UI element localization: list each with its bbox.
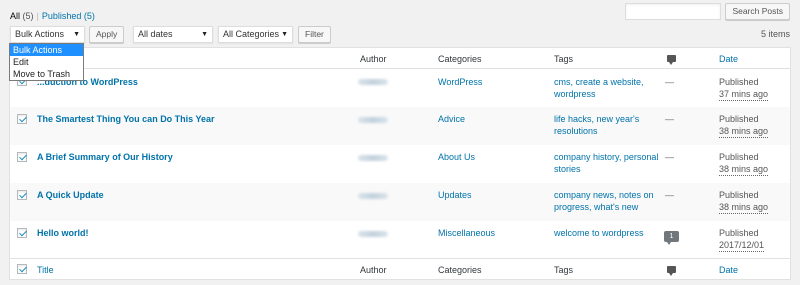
author-name-blurred[interactable] — [358, 193, 388, 199]
views-separator: | — [36, 11, 39, 21]
view-all-link[interactable]: All (5) — [10, 11, 34, 21]
row-checkbox[interactable] — [17, 114, 27, 124]
post-date: 37 mins ago — [719, 89, 769, 101]
tags-line-1[interactable]: cms, create a website, — [554, 76, 644, 88]
table-footer: Title Author Categories Tags Date — [10, 258, 790, 279]
table-row: ...duction to WordPress WordPress cms, c… — [10, 69, 790, 107]
chevron-down-icon: ▼ — [201, 31, 208, 38]
table-row: A Quick Update Updates company news, not… — [10, 183, 790, 221]
post-title-link[interactable]: Hello world! — [37, 227, 89, 239]
tags-line-1[interactable]: company history, personal — [554, 151, 658, 163]
dates-filter-select[interactable]: All dates ▼ — [133, 26, 213, 43]
tags-line-2[interactable]: progress, what's new — [554, 201, 638, 213]
search-posts-button[interactable]: Search Posts — [725, 3, 790, 20]
column-author: Author — [360, 54, 387, 64]
filter-button[interactable]: Filter — [298, 26, 331, 43]
author-name-blurred[interactable] — [358, 155, 388, 161]
table-row: A Brief Summary of Our History About Us … — [10, 145, 790, 183]
view-published-link[interactable]: Published (5) — [42, 11, 95, 21]
chevron-down-icon: ▼ — [73, 31, 80, 38]
chevron-down-icon: ▼ — [281, 31, 288, 38]
category-link[interactable]: WordPress — [438, 76, 482, 88]
option-bulk-actions[interactable]: Bulk Actions — [10, 44, 83, 56]
select-all-checkbox-footer[interactable] — [17, 264, 27, 274]
post-date: 38 mins ago — [719, 164, 769, 176]
author-name-blurred[interactable] — [358, 117, 388, 123]
post-date: 38 mins ago — [719, 202, 769, 214]
comment-count-bubble[interactable]: 1 — [664, 231, 679, 245]
post-status: Published — [719, 228, 759, 238]
column-categories-footer: Categories — [438, 265, 482, 275]
tags-line-1[interactable]: welcome to wordpress — [554, 227, 644, 239]
bulk-actions-select[interactable]: Bulk Actions ▼ — [10, 26, 85, 43]
comments-count: — — [665, 77, 674, 87]
post-title-link[interactable]: A Quick Update — [37, 189, 104, 201]
option-move-to-trash[interactable]: Move to Trash — [10, 68, 83, 80]
search-box: Search Posts — [625, 3, 790, 20]
post-status: Published — [719, 77, 759, 87]
column-author-footer: Author — [360, 265, 387, 275]
comments-count: — — [665, 114, 674, 124]
column-tags-footer: Tags — [554, 265, 574, 275]
post-title-link[interactable]: A Brief Summary of Our History — [37, 151, 173, 163]
tags-line-2[interactable]: wordpress — [554, 88, 596, 100]
category-link[interactable]: About Us — [438, 151, 475, 163]
comment-icon[interactable] — [667, 266, 676, 276]
tags-line-1[interactable]: company news, notes on — [554, 189, 654, 201]
category-link[interactable]: Updates — [438, 189, 472, 201]
row-checkbox[interactable] — [17, 228, 27, 238]
tags-line-2[interactable]: resolutions — [554, 125, 598, 137]
comments-count: — — [665, 152, 674, 162]
author-name-blurred[interactable] — [358, 79, 388, 85]
categories-filter-select[interactable]: All Categories ▼ — [218, 26, 293, 43]
posts-table: Title Author Categories Tags Date ...duc… — [9, 47, 791, 280]
comments-count: — — [665, 190, 674, 200]
table-header: Title Author Categories Tags Date — [10, 48, 790, 69]
column-date-footer[interactable]: Date — [719, 264, 738, 276]
column-date[interactable]: Date — [719, 53, 738, 65]
search-input[interactable] — [625, 3, 722, 20]
post-status: Published — [719, 152, 759, 162]
column-tags: Tags — [554, 54, 574, 64]
category-link[interactable]: Miscellaneous — [438, 227, 495, 239]
bulk-actions-dropdown: Bulk Actions Edit Move to Trash — [9, 43, 84, 81]
row-checkbox[interactable] — [17, 152, 27, 162]
post-status: Published — [719, 114, 759, 124]
category-link[interactable]: Advice — [438, 113, 465, 125]
table-row: Hello world! Miscellaneous welcome to wo… — [10, 221, 790, 259]
post-title-link[interactable]: The Smartest Thing You can Do This Year — [37, 113, 215, 125]
row-checkbox[interactable] — [17, 190, 27, 200]
items-count: 5 items — [760, 29, 790, 39]
apply-button[interactable]: Apply — [89, 26, 125, 43]
option-edit[interactable]: Edit — [10, 56, 83, 68]
tags-line-2[interactable]: stories — [554, 163, 581, 175]
post-date: 2017/12/01 — [719, 240, 765, 252]
post-status: Published — [719, 190, 759, 200]
table-row: The Smartest Thing You can Do This Year … — [10, 107, 790, 145]
post-date: 38 mins ago — [719, 126, 769, 138]
tags-line-1[interactable]: life hacks, new year's — [554, 113, 639, 125]
author-name-blurred[interactable] — [358, 231, 388, 237]
comment-icon[interactable] — [667, 55, 676, 65]
post-status-views: All (5) | Published (5) — [10, 11, 95, 21]
column-title-footer[interactable]: Title — [37, 264, 54, 276]
tablenav-top: Bulk Actions ▼ Apply All dates ▼ All Cat… — [10, 26, 790, 44]
column-categories: Categories — [438, 54, 482, 64]
